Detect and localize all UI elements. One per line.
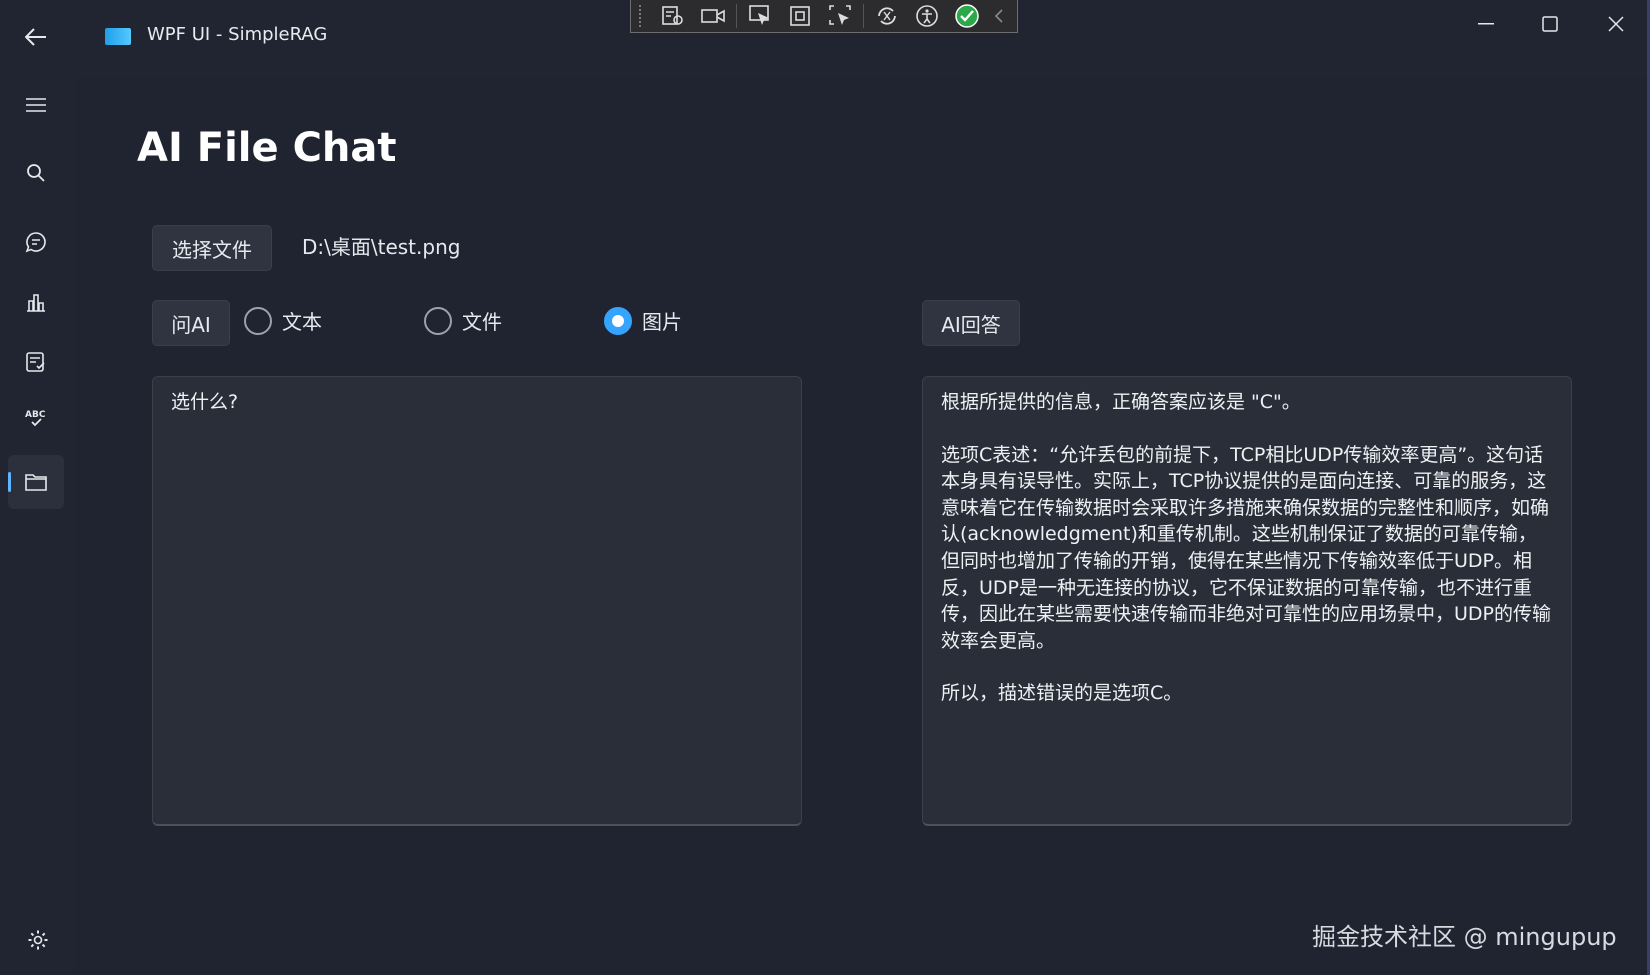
settings-button[interactable] <box>22 924 54 956</box>
title-bar: WPF UI - SimpleRAG <box>0 0 1650 74</box>
display-layout-adorners-icon[interactable] <box>782 2 818 30</box>
task-list-icon <box>26 352 45 372</box>
radio-label: 文件 <box>462 310 502 334</box>
window-title: WPF UI - SimpleRAG <box>147 24 328 45</box>
close-icon <box>1608 16 1624 32</box>
ai-answer-button[interactable]: AI回答 <box>922 300 1020 346</box>
hamburger-menu-icon <box>26 98 46 112</box>
nav-item-spellcheck[interactable]: ABC <box>8 391 64 445</box>
back-arrow-icon <box>25 28 46 46</box>
minimize-icon <box>1478 23 1494 25</box>
folder-icon <box>25 474 47 491</box>
radio-circle[interactable] <box>244 306 272 335</box>
accessibility-icon[interactable] <box>909 2 945 30</box>
active-indicator <box>8 472 11 492</box>
answer-paragraph: 所以，描述错误的是选项C。 <box>941 682 1183 705</box>
maximize-button[interactable] <box>1518 8 1582 40</box>
watermark: 掘金技术社区 @ mingupup <box>1312 923 1617 951</box>
radio-label: 图片 <box>642 310 682 334</box>
select-file-button[interactable]: 选择文件 <box>152 225 272 271</box>
select-element-icon[interactable] <box>742 2 778 30</box>
maximize-icon <box>1542 16 1558 32</box>
back-button[interactable] <box>20 22 52 52</box>
nav-item-chat[interactable] <box>8 215 64 269</box>
record-icon[interactable] <box>695 2 731 30</box>
toolbar-separator <box>736 4 737 28</box>
answer-output[interactable]: 根据所提供的信息，正确答案应该是 "C"。 选项C表述：“允许丢包的前提下，TC… <box>922 376 1572 826</box>
collapse-icon[interactable] <box>989 2 1009 30</box>
navigation-sidebar: ABC <box>0 74 74 975</box>
toolbar-separator <box>863 4 864 28</box>
live-visual-tree-icon[interactable] <box>655 2 691 30</box>
radio-file[interactable]: 文件 <box>424 306 502 335</box>
menu-toggle-button[interactable] <box>8 78 64 132</box>
spellcheck-icon: ABC <box>25 410 46 427</box>
check-icon[interactable] <box>949 2 985 30</box>
gear-icon <box>28 930 48 950</box>
file-path-text: D:\桌面\test.png <box>302 235 461 259</box>
nav-item-files[interactable] <box>8 455 64 509</box>
track-focus-icon[interactable] <box>822 2 858 30</box>
page-title: AI File Chat <box>137 125 397 171</box>
nav-item-tasks[interactable] <box>8 335 64 389</box>
app-icon <box>105 28 131 45</box>
xaml-debug-toolbar <box>630 0 1018 33</box>
svg-text:ABC: ABC <box>25 410 46 420</box>
question-text: 选什么? <box>171 391 239 413</box>
radio-label: 文本 <box>282 310 322 334</box>
search-icon <box>27 164 45 182</box>
toolbar-grip[interactable] <box>639 5 647 27</box>
bar-chart-icon <box>27 294 45 312</box>
minimize-button[interactable] <box>1454 8 1518 40</box>
ask-ai-button[interactable]: 问AI <box>152 300 230 346</box>
nav-item-charts[interactable] <box>8 275 64 329</box>
radio-text[interactable]: 文本 <box>244 306 322 335</box>
question-input[interactable]: 选什么? <box>152 376 802 826</box>
answer-paragraph: 选项C表述：“允许丢包的前提下，TCP相比UDP传输效率更高”。这句话本身具有误… <box>941 443 1551 652</box>
main-content: AI File Chat 选择文件 D:\桌面\test.png 问AI 文本 … <box>74 77 1650 975</box>
hot-reload-icon[interactable] <box>869 2 905 30</box>
chat-icon <box>25 232 46 253</box>
close-button[interactable] <box>1584 8 1648 40</box>
answer-paragraph: 根据所提供的信息，正确答案应该是 "C"。 <box>941 391 1301 413</box>
radio-image[interactable]: 图片 <box>604 306 682 335</box>
radio-circle[interactable] <box>424 306 452 335</box>
nav-item-search[interactable] <box>8 146 64 200</box>
radio-circle[interactable] <box>604 306 632 335</box>
